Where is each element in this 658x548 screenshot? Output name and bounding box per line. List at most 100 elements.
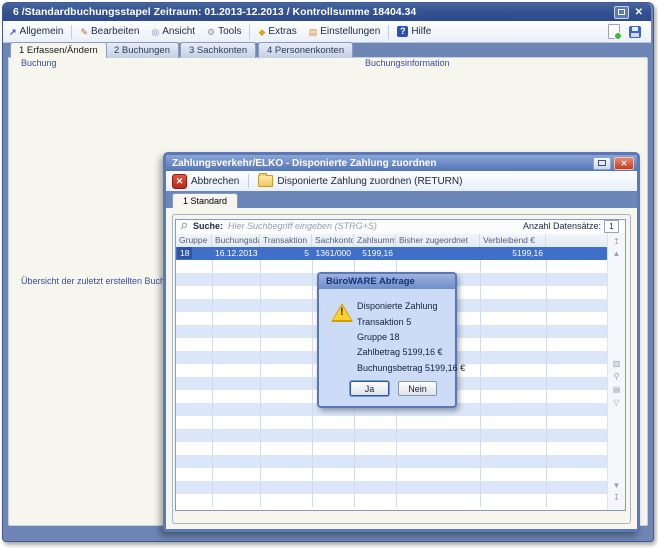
datensaetze-label: Anzahl Datensätze: xyxy=(523,221,601,231)
list-icon[interactable]: ▤ xyxy=(608,385,625,395)
menu-label: Einstellungen xyxy=(320,26,380,37)
menu-item-tools[interactable]: ⚙Tools xyxy=(201,24,247,39)
search-icon: ⚲ xyxy=(177,220,189,232)
dialog-empty-row[interactable] xyxy=(176,481,607,494)
modal-line-4: Zahlbetrag 5199,16 € xyxy=(357,347,443,357)
nein-button[interactable]: Nein xyxy=(398,381,437,396)
dialog-close-icon[interactable]: ✕ xyxy=(614,157,634,170)
help-icon: ? xyxy=(397,26,408,37)
modal-line-1: Disponierte Zahlung xyxy=(357,301,438,311)
header-verbleibend[interactable]: Verbleibend € xyxy=(480,234,546,247)
search-placeholder[interactable]: Hier Suchbegriff eingeben (STRG+S) xyxy=(228,221,377,231)
filter-icon[interactable]: ▽ xyxy=(608,398,625,408)
header-transaktion[interactable]: Transaktion xyxy=(260,234,312,247)
cell-gruppe: 18 xyxy=(176,247,212,260)
zuordnen-button[interactable]: Disponierte Zahlung zuordnen (RETURN) xyxy=(252,175,468,187)
scroll-down-icon[interactable]: ▼ xyxy=(608,481,625,491)
menu-separator xyxy=(71,25,72,39)
header-filler xyxy=(546,234,607,247)
jump-top-icon[interactable]: ↥ xyxy=(608,237,625,247)
header-zahlsumme[interactable]: Zahlsumme € xyxy=(354,234,396,247)
abbrechen-label: Abbrechen xyxy=(191,176,239,187)
datensaetze-count: 1 xyxy=(604,220,619,233)
menu-item-bearbeiten[interactable]: ✎Bearbeiten xyxy=(74,24,145,39)
header-sachkonto[interactable]: Sachkonto xyxy=(312,234,354,247)
tab-buchungen[interactable]: 2 Buchungen xyxy=(105,42,179,58)
save-icon[interactable] xyxy=(629,26,641,38)
cell-zahlsumme: 5199,16 xyxy=(354,247,396,260)
title-bar: 6 /Standardbuchungsstapel Zeitraum: 01.2… xyxy=(3,3,651,21)
dialog-empty-row[interactable] xyxy=(176,429,607,442)
gear-icon: ⚙ xyxy=(207,27,215,37)
selected-payment-row[interactable]: 18 16.12.2013 /Mo 5 1361/000 5199,16 519… xyxy=(176,247,607,260)
dialog-restore-icon[interactable] xyxy=(593,157,611,170)
menu-item-ansicht[interactable]: ◎Ansicht xyxy=(145,24,201,39)
tab-personenkonten[interactable]: 4 Personenkonten xyxy=(258,42,353,58)
window-title: 6 /Standardbuchungsstapel Zeitraum: 01.2… xyxy=(3,6,416,18)
menu-separator xyxy=(388,25,389,39)
dialog-empty-row[interactable] xyxy=(176,455,607,468)
menu-item-einstellungen[interactable]: ▤Einstellungen xyxy=(303,24,387,39)
dialog-empty-row[interactable] xyxy=(176,494,607,507)
menu-separator xyxy=(249,25,250,39)
menu-item-allgemein[interactable]: ↗Allgemein xyxy=(3,24,69,39)
cancel-x-icon: ✕ xyxy=(172,174,187,189)
header-bisher-zugeordnet[interactable]: Bisher zugeordnet xyxy=(396,234,480,247)
restore-icon[interactable] xyxy=(614,6,629,19)
dialog-empty-row[interactable] xyxy=(176,416,607,429)
cell-transaktion: 5 xyxy=(260,247,312,260)
screen: 6 /Standardbuchungsstapel Zeitraum: 01.2… xyxy=(0,0,658,548)
scroll-up-icon[interactable]: ▲ xyxy=(608,249,625,259)
buchung-legend: Buchung xyxy=(18,58,60,68)
close-icon[interactable]: ✕ xyxy=(635,7,643,19)
edit-icon: ✎ xyxy=(80,27,88,37)
dialog-tab-row: 1 Standard xyxy=(166,191,637,208)
cell-verbleibend: 5199,16 xyxy=(480,247,546,260)
zuordnen-label: Disponierte Zahlung zuordnen (RETURN) xyxy=(277,176,462,187)
modal-title: BüroWARE Abfrage xyxy=(319,274,455,289)
menu-label: Ansicht xyxy=(162,26,195,37)
dialog-toolbar: ✕ Abbrechen Disponierte Zahlung zuordnen … xyxy=(166,171,637,192)
gruppe-chip: 18 xyxy=(177,247,192,259)
table-icon-rail: ↥ ▲ ▥ ⚲ ▤ ▽ ▼ ↧ xyxy=(607,233,625,510)
search-label: Suche: xyxy=(193,221,223,231)
buchungsinformation-legend: Buchungsinformation xyxy=(362,58,453,68)
tab-sachkonten[interactable]: 3 Sachkonten xyxy=(180,42,256,58)
abbrechen-button[interactable]: ✕ Abbrechen xyxy=(166,174,245,189)
menu-label: Hilfe xyxy=(411,26,431,37)
tab-standard[interactable]: 1 Standard xyxy=(172,193,238,209)
folder-icon xyxy=(258,175,273,187)
menu-label: Allgemein xyxy=(20,26,64,37)
modal-line-3: Gruppe 18 xyxy=(357,332,400,342)
search-row[interactable]: ⚲ Suche: Hier Suchbegriff eingeben (STRG… xyxy=(176,220,625,235)
dialog-title: Zahlungsverkehr/ELKO - Disponierte Zahlu… xyxy=(166,158,436,169)
menu-bar: ↗Allgemein ✎Bearbeiten ◎Ansicht ⚙Tools ◆… xyxy=(3,21,651,43)
header-buchungsdatum[interactable]: Buchungsdatum xyxy=(212,234,260,247)
settings-icon: ▤ xyxy=(309,27,318,37)
daten-table-header: Gruppe Buchungsdatum Transaktion Sachkon… xyxy=(176,234,625,248)
magnifier-icon[interactable]: ⚲ xyxy=(608,372,625,382)
warning-icon xyxy=(331,303,353,322)
cell-sachkonto: 1361/000 xyxy=(312,247,354,260)
dialog-empty-row[interactable] xyxy=(176,442,607,455)
columns-icon[interactable]: ▥ xyxy=(608,359,625,369)
new-document-icon[interactable] xyxy=(608,24,620,39)
modal-title-bar: BüroWARE Abfrage xyxy=(319,274,455,289)
menu-label: Bearbeiten xyxy=(91,26,139,37)
modal-line-5: Buchungsbetrag 5199,16 € xyxy=(357,363,465,373)
jump-bottom-icon[interactable]: ↧ xyxy=(608,493,625,503)
dialog-empty-row[interactable] xyxy=(176,468,607,481)
toolbar-separator xyxy=(248,174,249,188)
ja-button[interactable]: Ja xyxy=(350,381,389,396)
tab-erfassen-aendern[interactable]: 1 Erfassen/Ändern xyxy=(10,42,107,58)
menu-label: Tools xyxy=(218,26,241,37)
menu-item-extras[interactable]: ◆Extras xyxy=(252,24,302,39)
cell-buchungsdatum: 16.12.2013 /Mo xyxy=(212,247,260,260)
modal-line-2: Transaktion 5 xyxy=(357,317,411,327)
view-icon: ◎ xyxy=(151,27,159,37)
header-gruppe[interactable]: Gruppe xyxy=(176,234,212,247)
buroware-abfrage-modal: BüroWARE Abfrage Disponierte Zahlung Tra… xyxy=(317,272,457,408)
menu-item-hilfe[interactable]: ?Hilfe xyxy=(391,24,437,39)
allgemein-icon: ↗ xyxy=(9,27,17,37)
extras-icon: ◆ xyxy=(258,27,265,37)
